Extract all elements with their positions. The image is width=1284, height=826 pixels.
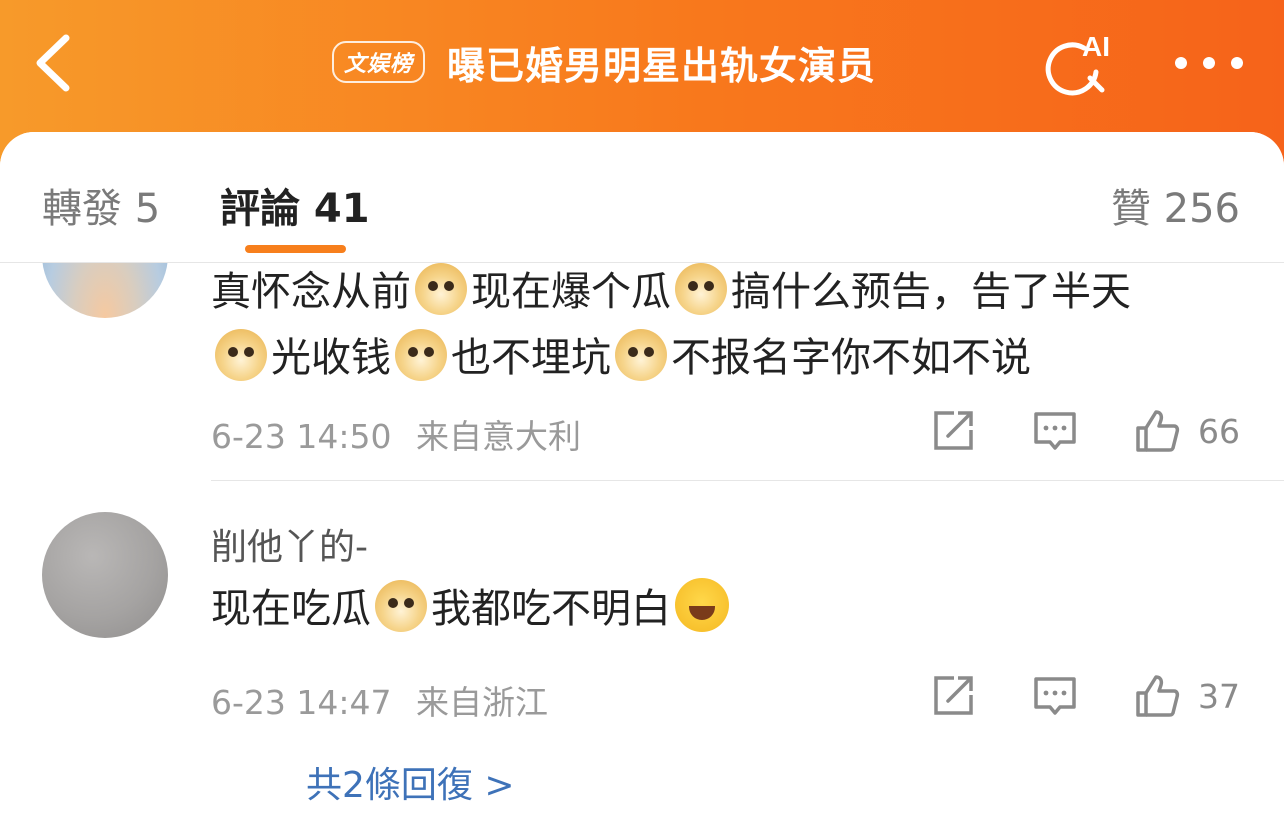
comment-location: 来自意大利 <box>416 417 581 456</box>
ai-label: AI <box>1082 31 1110 62</box>
comment-time: 6-23 14:50 <box>211 417 392 456</box>
comment-location: 来自浙江 <box>416 683 548 722</box>
comment-segment: 光收钱 <box>271 335 391 381</box>
like-count[interactable]: 37 <box>1198 677 1240 716</box>
doge-emoji <box>215 329 267 381</box>
comment-sheet: 轉發 5 評論 41 贊 256 真怀念从前 现在爆个瓜 搞什么预告，告了半天光收钱… <box>0 132 1284 826</box>
active-tab-indicator <box>245 245 346 253</box>
comment-text: 现在吃瓜 我都吃不明白 <box>211 576 1251 642</box>
comment-segment: 也不埋坑 <box>451 335 611 381</box>
comment-time: 6-23 14:47 <box>211 683 392 722</box>
comment-meta: 6-23 14:50 来自意大利 <box>211 410 581 458</box>
comment-segment: 真怀念从前 <box>211 269 411 315</box>
view-replies-link[interactable]: 共2條回復 > <box>306 756 515 808</box>
comment-segment: 现在爆个瓜 <box>471 269 671 315</box>
laughing-crying-emoji <box>675 578 729 632</box>
like-count[interactable]: 66 <box>1198 412 1240 451</box>
comment-actions: 66 <box>930 406 1240 456</box>
username[interactable]: 削他丫的- <box>211 518 368 570</box>
comment-segment: 不报名字你不如不说 <box>671 335 1031 381</box>
doge-emoji <box>395 329 447 381</box>
tab-likes[interactable]: 贊 256 <box>1111 176 1240 234</box>
doge-emoji <box>415 263 467 315</box>
page-title: 曝已婚男明星出轨女演员 <box>447 43 877 88</box>
ai-search-icon: AI <box>1045 31 1110 96</box>
reply-icon[interactable] <box>1032 673 1078 719</box>
like-icon[interactable] <box>1134 673 1180 719</box>
doge-emoji <box>375 580 427 632</box>
more-icon <box>1175 57 1243 69</box>
title-group: 文娱榜 曝已婚男明星出轨女演员 <box>332 38 876 88</box>
repost-icon[interactable] <box>930 408 976 454</box>
tab-bar: 轉發 5 評論 41 贊 256 <box>0 132 1284 263</box>
more-button[interactable] <box>1172 46 1246 80</box>
comment-segment: 搞什么预告，告了半天 <box>731 269 1131 315</box>
tab-forwards[interactable]: 轉發 5 <box>42 176 160 234</box>
comment-meta: 6-23 14:47 来自浙江 <box>211 676 548 724</box>
comment-text: 真怀念从前 现在爆个瓜 搞什么预告，告了半天光收钱 也不埋坑 不报名字你不如不说 <box>211 259 1251 391</box>
divider <box>211 480 1284 481</box>
ai-search-button[interactable]: AI <box>1040 26 1120 98</box>
back-icon <box>36 34 70 92</box>
back-button[interactable] <box>30 30 80 96</box>
like-icon[interactable] <box>1134 408 1180 454</box>
comment-actions: 37 <box>930 671 1240 721</box>
reply-icon[interactable] <box>1032 408 1078 454</box>
doge-emoji <box>675 263 727 315</box>
entertainment-list-badge[interactable]: 文娱榜 <box>332 41 426 83</box>
comment-segment: 现在吃瓜 <box>211 586 371 632</box>
doge-emoji <box>615 329 667 381</box>
repost-icon[interactable] <box>930 673 976 719</box>
avatar[interactable] <box>42 512 168 638</box>
tab-comments[interactable]: 評論 41 <box>220 176 370 234</box>
comment-segment: 我都吃不明白 <box>431 586 671 632</box>
